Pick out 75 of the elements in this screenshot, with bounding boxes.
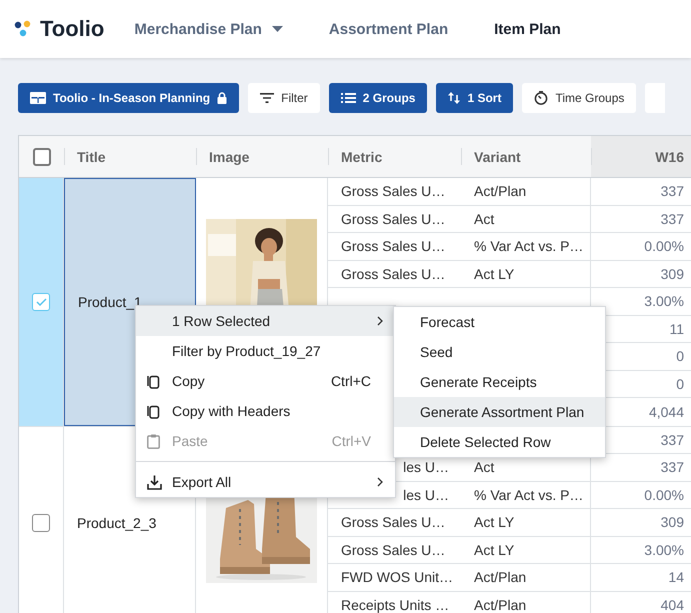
table-cell-text: 14 <box>667 568 685 588</box>
nav-tab[interactable]: Item Plan <box>494 20 561 38</box>
column-header[interactable]: W16 <box>591 136 691 177</box>
table-cell-text: 0 <box>675 374 685 394</box>
table-cell-text: Gross Sales U… <box>340 237 446 256</box>
table-cell-text: 337 <box>660 182 685 202</box>
table-cell-text: Gross Sales U… <box>340 182 446 202</box>
table-cell: Act <box>461 206 591 232</box>
nav-tab[interactable]: Assortment Plan <box>328 20 448 38</box>
toolbar-button[interactable]: 1 Sort <box>436 83 514 113</box>
menu-item[interactable]: Forecast <box>394 307 605 337</box>
table-cell-text: 404 <box>660 596 685 613</box>
table-cell-text: Gross Sales U… <box>340 513 446 532</box>
table-cell-text: 337 <box>660 430 685 450</box>
table-cell-text: 337 <box>660 458 685 478</box>
menu-item[interactable]: Generate Receipts <box>394 367 605 397</box>
shortcut-text: Ctrl+C <box>330 373 371 389</box>
table-cell-text: 11 <box>668 320 685 339</box>
table-cell-text: 3.00% <box>643 292 685 312</box>
table-cell: Act/Plan <box>461 592 591 613</box>
select-all-checkbox[interactable] <box>32 148 50 166</box>
list-icon <box>340 93 356 103</box>
copy-icon <box>147 374 160 388</box>
table-cell-text: 309 <box>660 264 685 284</box>
download-icon <box>147 474 162 490</box>
timer-icon <box>534 91 548 105</box>
sort-icon <box>448 91 460 105</box>
table-cell-text: 0.00% <box>643 486 685 505</box>
table-cell: les U… <box>403 486 449 503</box>
table-cell-text: Receipts Units … <box>340 596 450 613</box>
column-header[interactable]: Variant <box>461 136 591 177</box>
table-cell-text: 309 <box>660 513 685 532</box>
table-cell-text: 0.00% <box>643 237 685 256</box>
table-cell: Act/Plan <box>461 564 591 590</box>
chevron-right-icon <box>377 477 383 487</box>
table-cell: Act LY <box>461 509 591 536</box>
table-cell: Act LY <box>461 536 591 563</box>
table-cell-text: Gross Sales U… <box>340 264 446 284</box>
column-header[interactable]: Title <box>64 136 196 177</box>
menu-item[interactable]: 1 Row Selected <box>136 306 395 336</box>
table-icon <box>30 92 46 104</box>
shortcut-text: Ctrl+V <box>332 433 371 449</box>
toolbar-button[interactable]: Toolio - In-Season Planning <box>18 83 240 113</box>
column-header[interactable]: Metric <box>328 136 461 177</box>
table-cell-text: 0 <box>675 347 685 366</box>
table-cell: % Var Act vs. P… <box>461 482 591 508</box>
lock-icon <box>217 92 228 104</box>
table-cell-text: FWD WOS Unit… <box>340 568 454 588</box>
row-checkbox[interactable] <box>32 514 50 532</box>
table-cell-text: 4,044 <box>648 402 685 422</box>
toolbar-button[interactable]: Filter <box>248 83 320 113</box>
menu-item[interactable]: Export All <box>136 467 395 497</box>
copy-icon <box>147 404 160 418</box>
table-cell-text: Gross Sales U… <box>340 210 446 229</box>
table-cell: Act LY <box>461 260 591 287</box>
table-cell: % Var Act vs. P… <box>461 233 591 260</box>
column-header[interactable]: Image <box>196 136 328 177</box>
toolbar-button[interactable]: Time Groups <box>522 83 636 113</box>
table-cell: Act/Plan <box>461 178 591 204</box>
caret-down-icon <box>272 26 283 32</box>
logo-text: Toolio <box>40 16 104 42</box>
toolbar-button[interactable]: 2 Groups <box>328 83 428 113</box>
chevron-right-icon <box>377 316 383 326</box>
menu-item[interactable]: Delete Selected Row <box>394 427 605 457</box>
checkmark-icon <box>36 298 46 306</box>
row-checkbox[interactable] <box>32 292 50 311</box>
table-cell-text: Gross Sales U… <box>340 540 446 560</box>
clipboard-icon <box>147 434 160 448</box>
filter-icon <box>260 93 274 103</box>
table-cell: les U… <box>403 459 449 476</box>
table-cell-text: 337 <box>660 210 685 229</box>
menu-item[interactable]: Seed <box>394 337 605 367</box>
table-cell-text: 3.00% <box>643 540 685 560</box>
nav-tab[interactable]: Merchandise Plan <box>134 20 283 38</box>
menu-item[interactable]: Generate Assortment Plan <box>394 397 605 427</box>
